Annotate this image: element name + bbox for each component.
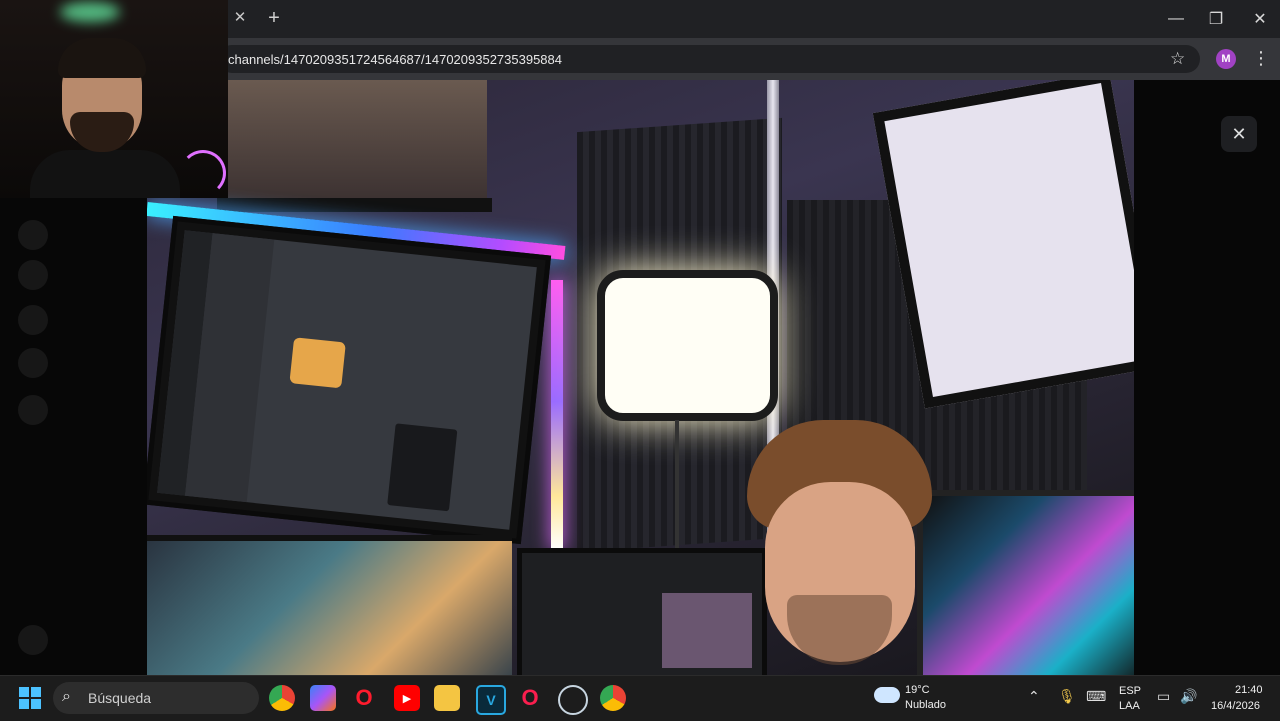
streamer-body: [30, 150, 180, 198]
game-monitor: [147, 535, 512, 675]
file-explorer-icon[interactable]: [434, 685, 460, 711]
kebab-icon[interactable]: ⋮: [1252, 48, 1270, 69]
monitor-screen: [157, 230, 537, 530]
search-icon: ⌕: [62, 688, 71, 705]
key-light: [597, 270, 778, 421]
server-icon: [18, 260, 48, 290]
cloud-icon: [874, 687, 900, 703]
minimize-button[interactable]: —: [1154, 0, 1198, 38]
monitor-image: [289, 337, 346, 389]
clock-date[interactable]: 16/4/2026: [1211, 700, 1260, 712]
language-code[interactable]: ESP: [1119, 685, 1141, 697]
youtube-icon[interactable]: ▶: [394, 685, 420, 711]
streamer-hair: [58, 38, 146, 78]
taskbar-search[interactable]: [53, 682, 259, 714]
search-placeholder[interactable]: Búsqueda: [88, 690, 151, 706]
keyboard-layout[interactable]: LAA: [1119, 700, 1140, 712]
streamer-beard: [70, 112, 134, 152]
profile-avatar[interactable]: M: [1216, 49, 1236, 69]
ambient-light: [60, 2, 120, 22]
close-icon[interactable]: ✕: [1221, 116, 1257, 152]
weather-description[interactable]: Nublado: [905, 699, 946, 711]
webcam-overlay: [0, 0, 228, 198]
chrome-icon[interactable]: [269, 685, 295, 711]
shelf-board: [217, 198, 492, 212]
main-monitor: [147, 215, 552, 545]
explore-icon: [18, 348, 48, 378]
tab-close-icon[interactable]: ✕: [230, 8, 250, 28]
window-close-button[interactable]: ✕: [1238, 0, 1280, 38]
windows-start-icon[interactable]: [19, 687, 41, 709]
opera-gx-icon[interactable]: O: [517, 685, 543, 711]
stream-monitor: [517, 548, 767, 675]
pc-case: [917, 490, 1134, 675]
ring-light: [180, 150, 226, 196]
figure-shelf: [227, 80, 487, 205]
keyboard-icon[interactable]: ⌨: [1086, 688, 1106, 705]
monitor-popup: [387, 423, 458, 512]
restore-button[interactable]: ❐: [1194, 0, 1238, 38]
led-strip: [551, 280, 563, 550]
volume-icon[interactable]: 🔊: [1180, 688, 1197, 705]
chrome-profile-icon[interactable]: [600, 685, 626, 711]
address-url[interactable]: channels/1470209351724564687/14702093527…: [228, 52, 562, 67]
chevron-up-icon[interactable]: ⌃: [1028, 688, 1040, 705]
v-app-icon[interactable]: V: [476, 685, 506, 715]
image-viewer-photo: [147, 80, 1134, 675]
server-icon: [18, 220, 48, 250]
microphone-icon[interactable]: 🎙: [1058, 688, 1076, 705]
opera-icon[interactable]: O: [351, 685, 377, 711]
light-stand: [675, 420, 679, 550]
clock-time[interactable]: 21:40: [1235, 684, 1263, 696]
new-tab-button[interactable]: +: [263, 7, 285, 29]
download-icon: [18, 395, 48, 425]
network-icon[interactable]: ▭: [1157, 688, 1170, 705]
stream-preview: [662, 593, 752, 668]
person-portrait: [747, 420, 932, 675]
user-avatar: [18, 625, 48, 655]
steam-icon[interactable]: [558, 685, 588, 715]
weather-temperature[interactable]: 19°C: [905, 684, 930, 696]
copilot-icon[interactable]: [310, 685, 336, 711]
person-beard: [787, 595, 892, 665]
star-icon[interactable]: ☆: [1170, 49, 1185, 69]
add-server-icon: [18, 305, 48, 335]
